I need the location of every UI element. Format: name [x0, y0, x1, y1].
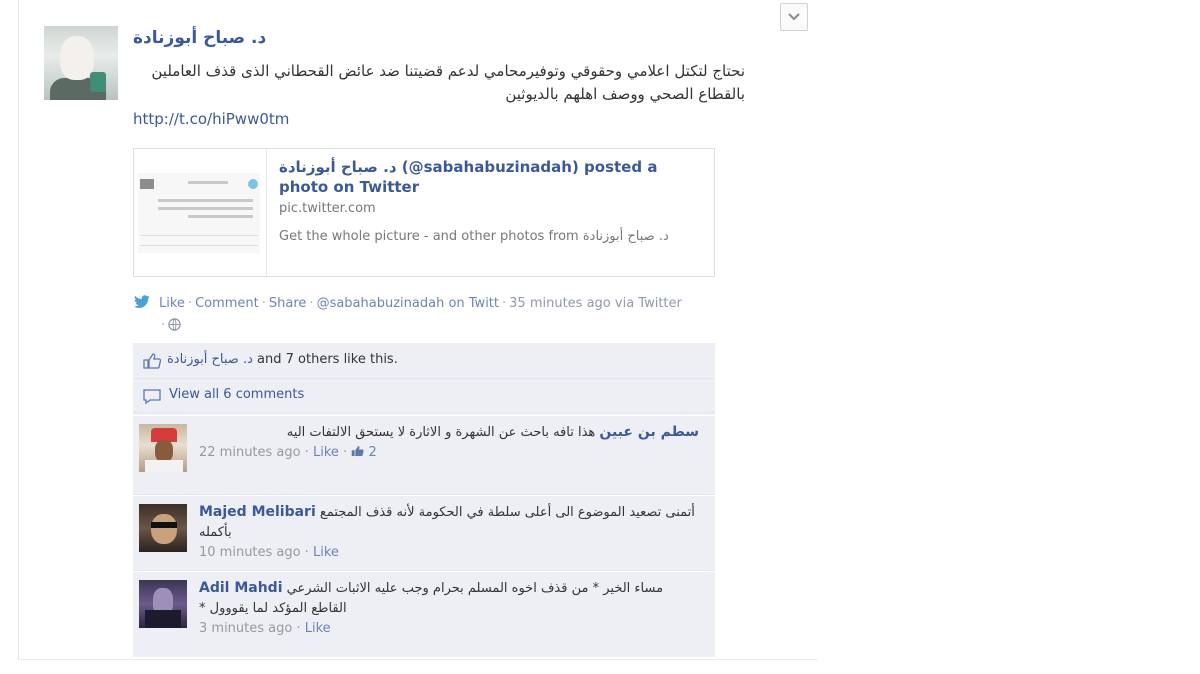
separator-dot: ·	[187, 296, 193, 311]
commenter-avatar[interactable]	[139, 504, 187, 552]
separator-dot: ·	[161, 318, 166, 333]
author-avatar[interactable]	[44, 26, 118, 100]
chevron-down-icon	[788, 13, 800, 21]
avatar-face-shape	[155, 440, 173, 462]
post-text: نحتاج لتكتل اعلامي وحقوقي وتوفيرمحامي لد…	[151, 62, 745, 103]
thumbnail-divider	[140, 235, 258, 236]
post-options-button[interactable]	[780, 3, 808, 31]
thumbnail-bird-dot	[248, 179, 258, 189]
view-all-comments-row[interactable]: View all 6 comments	[133, 379, 715, 413]
thumbs-up-icon[interactable]	[351, 445, 364, 457]
comment-item: Majed Melibari أتمنى تصعيد الموضوع الى أ…	[133, 495, 715, 571]
likes-text: د. صباح أبوزنادة and 7 others like this.	[167, 352, 398, 367]
shared-link-description: Get the whole picture - and other photos…	[279, 229, 669, 244]
separator-dot: ·	[502, 296, 507, 311]
comment-body: Adil Mahdi مساء الخير * من قذف اخوه المس…	[199, 578, 699, 639]
comment-meta: 22 minutes ago · Like · 2	[199, 445, 377, 460]
likes-summary: د. صباح أبوزنادة and 7 others like this.	[133, 343, 715, 379]
thumbnail-line	[158, 207, 253, 210]
share-link[interactable]: Share	[269, 296, 307, 311]
thumbnail-line	[188, 215, 253, 218]
commenter-name[interactable]: سطم بن عبين	[599, 424, 699, 440]
separator-dot: ·	[261, 296, 266, 311]
post-link[interactable]: http://t.co/hiPww0tm	[133, 110, 289, 128]
shared-link-title[interactable]: د. صباح أبوزنادة (@sabahabuzinadah) post…	[279, 157, 699, 197]
comment-content: Adil Mahdi مساء الخير * من قذف اخوه المس…	[199, 578, 699, 619]
view-all-comments-link[interactable]: View all 6 comments	[169, 387, 304, 402]
avatar-face-shape	[60, 36, 94, 80]
thumbnail-divider	[140, 245, 258, 246]
thumbnail-mini-avatar	[140, 179, 154, 189]
twitter-bird-icon	[134, 295, 150, 309]
bottom-divider	[18, 659, 818, 660]
left-divider	[18, 0, 19, 660]
avatar-figure-body-shape	[145, 610, 181, 628]
comment-content: Majed Melibari أتمنى تصعيد الموضوع الى أ…	[199, 502, 699, 543]
separator-dot: ·	[309, 296, 314, 311]
twitter-handle-link[interactable]: @sabahabuzinadah on Twitt	[317, 296, 499, 311]
comment-text: هذا تافه باحث عن الشهرة و الاثارة لا يست…	[286, 425, 596, 440]
like-link[interactable]: Like	[159, 296, 185, 311]
comment-timestamp[interactable]: 10 minutes ago	[199, 545, 301, 560]
avatar-sunglasses-shape	[151, 522, 177, 528]
comment-link[interactable]: Comment	[195, 296, 259, 311]
commenter-name[interactable]: Adil Mahdi	[199, 580, 283, 596]
post-author-name[interactable]: د. صباح أبوزنادة	[133, 28, 266, 48]
comment-timestamp[interactable]: 22 minutes ago	[199, 445, 301, 460]
commenter-avatar[interactable]	[139, 580, 187, 628]
comment-timestamp[interactable]: 3 minutes ago	[199, 621, 292, 636]
comments-panel: د. صباح أبوزنادة and 7 others like this.…	[133, 343, 715, 657]
commenter-name[interactable]: Majed Melibari	[199, 504, 316, 520]
thumbnail-line	[188, 181, 228, 184]
liker-name-link[interactable]: د. صباح أبوزنادة	[167, 352, 253, 367]
comment-like-link[interactable]: Like	[305, 621, 331, 636]
comment-body: Majed Melibari أتمنى تصعيد الموضوع الى أ…	[199, 502, 699, 563]
post-timestamp[interactable]: 35 minutes ago via Twitter	[509, 296, 682, 311]
comment-meta: 10 minutes ago · Like	[199, 545, 339, 560]
thumbs-up-icon	[143, 353, 161, 369]
shared-link-thumbnail[interactable]	[134, 149, 267, 276]
comment-content: سطم بن عبين هذا تافه باحث عن الشهرة و ال…	[199, 422, 699, 443]
comment-likes-count[interactable]: 2	[368, 445, 376, 460]
commenter-avatar[interactable]	[139, 424, 187, 472]
avatar-cup-shape	[90, 72, 106, 92]
thumbnail-line	[158, 199, 253, 202]
globe-icon[interactable]	[168, 318, 181, 331]
thumbnail-preview	[138, 173, 260, 253]
comment-like-link[interactable]: Like	[313, 545, 339, 560]
post-action-bar: Like · Comment · Share · @sabahabuzinadah on T…	[133, 293, 753, 337]
comment-item: سطم بن عبين هذا تافه باحث عن الشهرة و ال…	[133, 415, 715, 495]
shared-link-domain: pic.twitter.com	[279, 201, 376, 216]
likes-rest-text: and 7 others like this.	[252, 352, 398, 367]
comment-meta: 3 minutes ago · Like	[199, 621, 331, 636]
shared-link-card[interactable]: د. صباح أبوزنادة (@sabahabuzinadah) post…	[133, 148, 715, 277]
comment-bubble-icon	[143, 389, 161, 404]
comment-body: سطم بن عبين هذا تافه باحث عن الشهرة و ال…	[199, 422, 699, 463]
comment-like-link[interactable]: Like	[313, 445, 339, 460]
comment-item: Adil Mahdi مساء الخير * من قذف اخوه المس…	[133, 571, 715, 655]
avatar-face-shape	[151, 514, 177, 544]
avatar-thobe-shape	[145, 460, 183, 472]
